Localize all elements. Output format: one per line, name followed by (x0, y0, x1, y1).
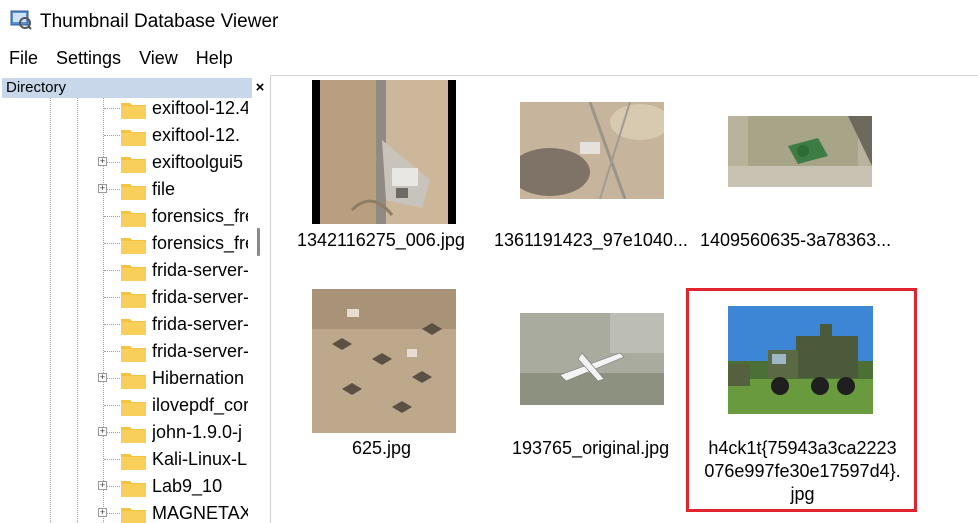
tree-item[interactable]: + MAGNETAX (0, 500, 252, 523)
thumbnail-image-airliner[interactable] (520, 313, 664, 405)
tree-connector (104, 135, 120, 136)
tree-connector (104, 351, 120, 352)
tree-item-label: MAGNETAX (152, 503, 248, 523)
tree-item-label: frida-server- (152, 287, 248, 307)
tree-connector (104, 459, 120, 460)
folder-icon (121, 508, 146, 523)
menu-file[interactable]: File (0, 42, 47, 74)
tree-item[interactable]: frida-server- (0, 284, 252, 311)
tree-item-label: frida-server- (152, 341, 248, 361)
tree-item-label: exiftoolgui5 (152, 152, 244, 172)
thumbnail-caption: 1342116275_006.jpg (297, 230, 465, 250)
tree-connector (104, 405, 120, 406)
folder-icon (121, 184, 146, 200)
thumbnail-caption: 1409560635-3a78363... (700, 230, 892, 250)
tree-item[interactable]: + Hibernation (0, 365, 252, 392)
tree-item-label: frida-server- (152, 314, 248, 334)
tree-connector (104, 270, 120, 271)
tree-item-label: forensics_fre (152, 233, 248, 253)
scrollbar-thumb[interactable] (257, 228, 260, 256)
folder-icon (121, 157, 146, 173)
thumbnail-image-aircraft-revetments[interactable] (312, 289, 456, 433)
tree-item-label: Kali-Linux-L (152, 449, 248, 469)
expand-icon[interactable]: + (98, 373, 107, 382)
menu-help[interactable]: Help (187, 42, 242, 74)
expand-icon[interactable]: + (98, 508, 107, 517)
menu-view[interactable]: View (130, 42, 187, 74)
thumbnail-caption: 625.jpg (352, 438, 412, 458)
thumbnail-image-desert-base[interactable] (520, 102, 664, 199)
tree-item-label: forensics_fre (152, 206, 248, 226)
folder-icon (121, 319, 146, 335)
tree-item[interactable]: ilovepdf_cor (0, 392, 252, 419)
tree-connector (104, 216, 120, 217)
tree-item-label: ilovepdf_cor (152, 395, 248, 415)
thumbnail-caption: 193765_original.jpg (512, 438, 670, 458)
folder-icon (121, 292, 146, 308)
tree-item[interactable]: + john-1.9.0-j (0, 419, 252, 446)
tree-item-label: file (152, 179, 176, 199)
app-icon (10, 10, 32, 30)
tree-item[interactable]: forensics_fre (0, 203, 252, 230)
tree-item[interactable]: exiftool-12.4 (0, 98, 252, 122)
folder-icon (121, 265, 146, 281)
tree-item[interactable]: frida-server- (0, 338, 252, 365)
menu-settings[interactable]: Settings (47, 42, 130, 74)
tree-connector (104, 108, 120, 109)
close-icon[interactable]: × (252, 78, 268, 98)
folder-icon (121, 454, 146, 470)
tree-item[interactable]: + exiftoolgui5 (0, 149, 252, 176)
expand-icon[interactable]: + (98, 427, 107, 436)
directory-title: Directory (2, 77, 252, 98)
thumbnail-image-airstrip[interactable] (312, 80, 456, 224)
menu-bar: File Settings View Help (0, 42, 978, 74)
tree-connector (104, 324, 120, 325)
tree-item[interactable]: Kali-Linux-L (0, 446, 252, 473)
thumbnail-image-green-field[interactable] (728, 116, 872, 187)
tree-item[interactable]: + file (0, 176, 252, 203)
tree-item-label: exiftool-12. (152, 125, 241, 145)
directory-pane: Directory × exiftool-12.4 exiftool-12. + ex… (0, 76, 271, 523)
folder-icon (121, 103, 146, 119)
tree-item-label: Hibernation (152, 368, 245, 388)
folder-icon (121, 346, 146, 362)
folder-icon (121, 400, 146, 416)
tree-item-label: Lab9_10 (152, 476, 223, 496)
tree-item-label: john-1.9.0-j (152, 422, 243, 442)
thumbnail-caption: 1361191423_97e1040... (494, 230, 688, 250)
directory-tree[interactable]: exiftool-12.4 exiftool-12. + exiftoolgui5 + f… (0, 98, 252, 523)
folder-icon (121, 238, 146, 254)
folder-icon (121, 481, 146, 497)
expand-icon[interactable]: + (98, 157, 107, 166)
directory-header: Directory × (2, 77, 270, 98)
highlight-box (686, 288, 917, 512)
tree-item-label: frida-server- (152, 260, 248, 280)
expand-icon[interactable]: + (98, 481, 107, 490)
title-bar: Thumbnail Database Viewer (0, 0, 978, 42)
folder-icon (121, 427, 146, 443)
tree-item[interactable]: frida-server- (0, 257, 252, 284)
tree-item-label: exiftool-12.4 (152, 98, 248, 118)
tree-connector (104, 297, 120, 298)
tree-connector (104, 243, 120, 244)
folder-icon (121, 130, 146, 146)
folder-icon (121, 373, 146, 389)
folder-icon (121, 211, 146, 227)
expand-icon[interactable]: + (98, 184, 107, 193)
tree-item[interactable]: + Lab9_10 (0, 473, 252, 500)
window-title: Thumbnail Database Viewer (40, 11, 279, 32)
tree-item[interactable]: exiftool-12. (0, 122, 252, 149)
tree-item[interactable]: forensics_fre (0, 230, 252, 257)
tree-item[interactable]: frida-server- (0, 311, 252, 338)
